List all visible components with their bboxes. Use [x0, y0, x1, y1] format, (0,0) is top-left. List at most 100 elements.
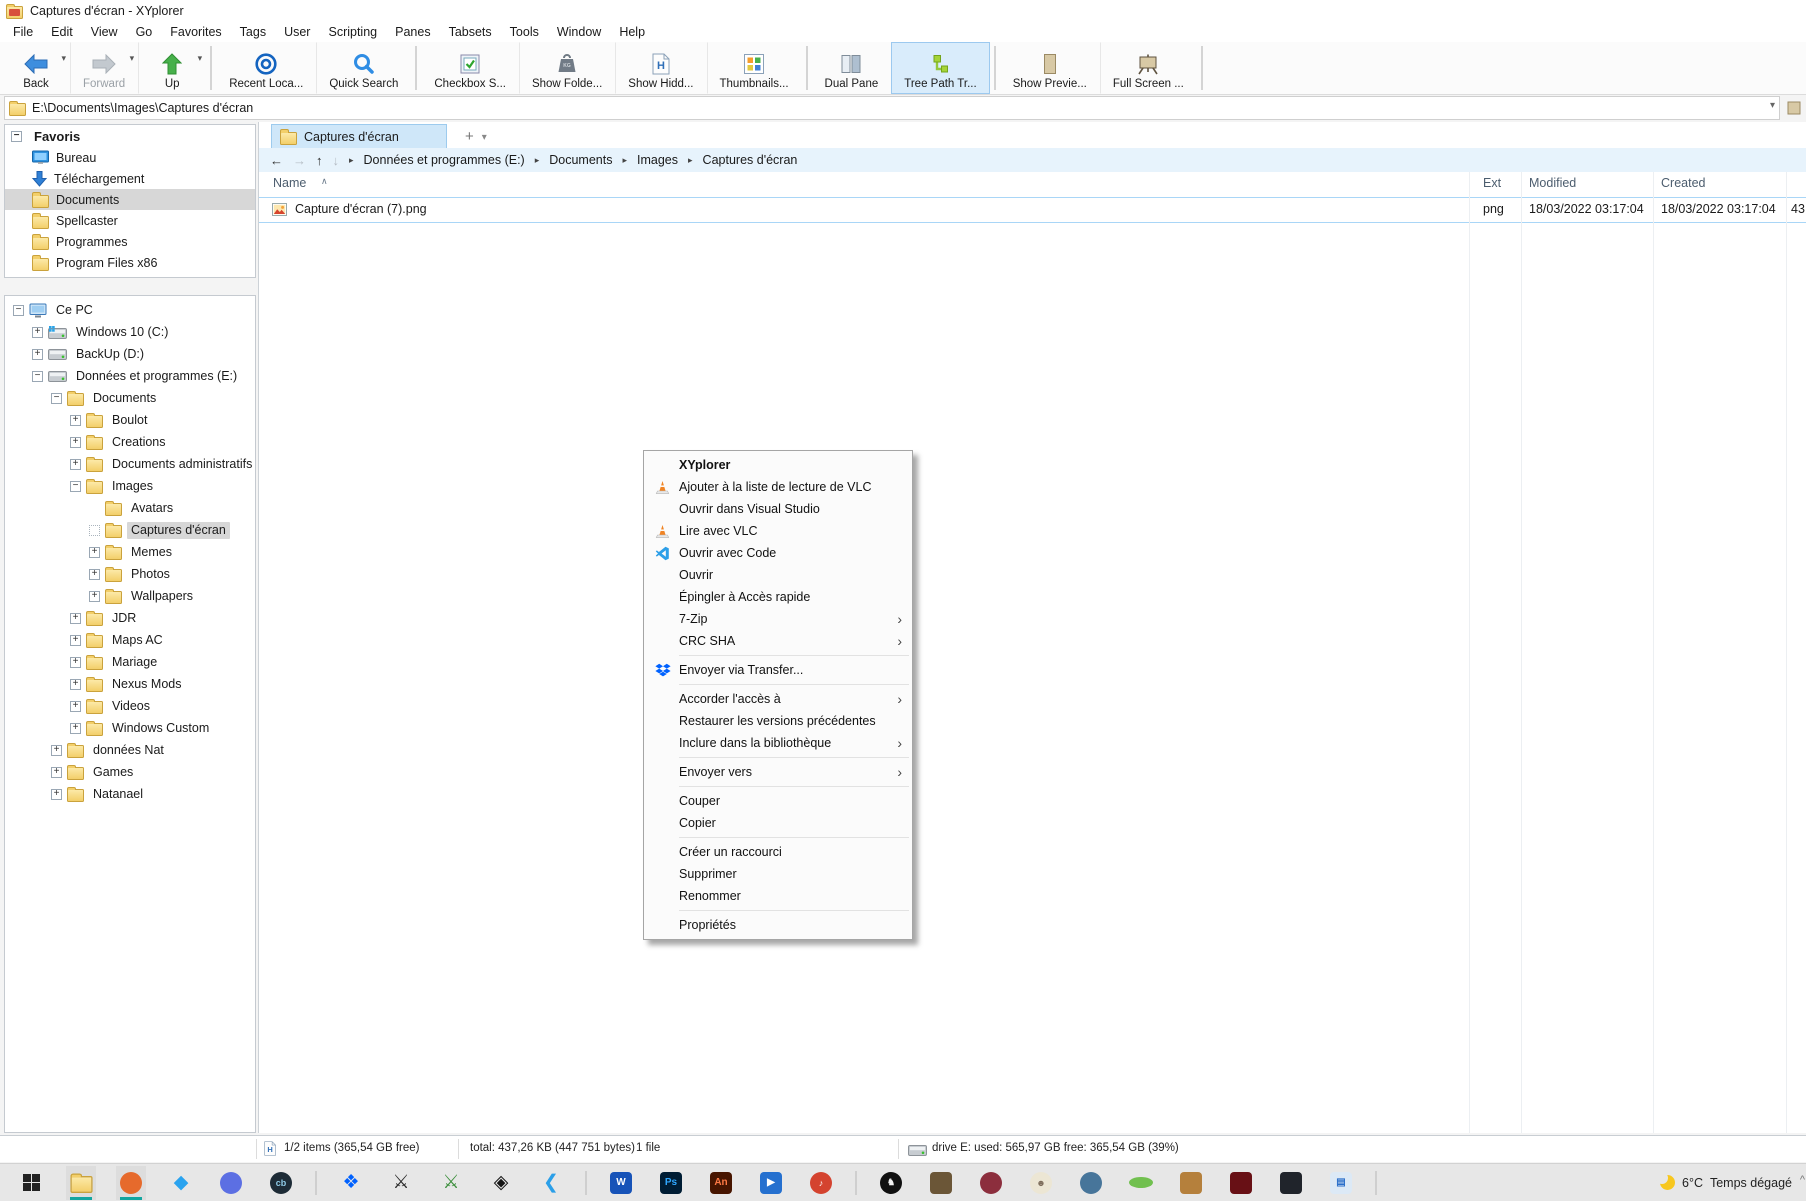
context-menu-item-propri-t-s[interactable]: Propriétés [644, 914, 912, 936]
tree-item-documents-administratifs[interactable]: +Documents administratifs [5, 453, 255, 475]
address-go-icon[interactable] [1786, 100, 1802, 116]
tree-item-boulot[interactable]: +Boulot [5, 409, 255, 431]
dropdown-arrow-icon[interactable]: ▾ [130, 53, 135, 64]
dropdown-arrow-icon[interactable]: ▾ [198, 53, 203, 64]
menu-tools[interactable]: Tools [501, 23, 548, 41]
tree-expander-icon[interactable]: + [89, 591, 100, 602]
toolbar-full-screen[interactable]: Full Screen ... [1100, 42, 1197, 94]
toolbar-recent-loca[interactable]: Recent Loca... [216, 42, 316, 94]
toolbar-checkbox-s[interactable]: Checkbox S... [421, 42, 519, 94]
tree-item-memes[interactable]: +Memes [5, 541, 255, 563]
context-menu-item-renommer[interactable]: Renommer [644, 885, 912, 907]
toolbar-up[interactable]: ▾Up [138, 42, 206, 94]
tree-item-backup-d[interactable]: +BackUp (D:) [5, 343, 255, 365]
menu-edit[interactable]: Edit [42, 23, 82, 41]
tab-captures-decran[interactable]: Captures d'écran [271, 124, 447, 148]
favorite-item-bureau[interactable]: Bureau [5, 147, 255, 168]
menu-panes[interactable]: Panes [386, 23, 439, 41]
context-menu-item-inclure-dans-la-biblioth-que[interactable]: Inclure dans la bibliothèque› [644, 732, 912, 754]
menu-view[interactable]: View [82, 23, 127, 41]
tree-item-photos[interactable]: +Photos [5, 563, 255, 585]
taskbar-icon-photoshop[interactable]: Ps [656, 1166, 686, 1200]
taskbar-icon-vscode[interactable]: ❮ [536, 1166, 566, 1200]
taskbar-icon-game-rpg[interactable] [926, 1166, 956, 1200]
tray-expand-caret[interactable]: ^ [1800, 1174, 1805, 1186]
taskbar-icon-brush-tool[interactable]: ⚔ [386, 1166, 416, 1200]
tree-expander-icon[interactable]: + [70, 437, 81, 448]
tree-item-nexus-mods[interactable]: +Nexus Mods [5, 673, 255, 695]
taskbar-icon-game-dark-red[interactable] [1226, 1166, 1256, 1200]
new-tab-button[interactable]: + [461, 128, 478, 148]
tree-expander-icon[interactable]: + [51, 767, 62, 778]
breadcrumb-segment-captures-d-cran[interactable]: Captures d'écran [700, 152, 801, 168]
tree-item-donn-es-et-programmes-e[interactable]: −Données et programmes (E:) [5, 365, 255, 387]
tree-expander-icon[interactable]: + [89, 547, 100, 558]
taskbar-icon-video-app[interactable]: ▶ [756, 1166, 786, 1200]
taskbar-icon-game-isaac[interactable]: ☻ [1026, 1166, 1056, 1200]
menu-user[interactable]: User [275, 23, 319, 41]
context-menu-item-pingler-acc-s-rapide[interactable]: Épingler à Accès rapide [644, 586, 912, 608]
tree-item-natanael[interactable]: +Natanael [5, 783, 255, 805]
taskbar-icon-game-blue[interactable] [1076, 1166, 1106, 1200]
breadcrumb-segment-documents[interactable]: Documents [546, 152, 615, 168]
taskbar-icon-notes-app[interactable]: ▤ [1326, 1166, 1356, 1200]
tree-expander-icon[interactable]: + [32, 327, 43, 338]
toolbar-back[interactable]: ▾Back [2, 42, 70, 94]
tree-expander-icon[interactable]: + [70, 657, 81, 668]
tree-item-captures-d-cran[interactable]: Captures d'écran [5, 519, 255, 541]
collapse-icon[interactable]: − [11, 131, 22, 142]
menu-file[interactable]: File [4, 23, 42, 41]
tree-item-mariage[interactable]: +Mariage [5, 651, 255, 673]
taskbar-icon-mail-app[interactable]: ◆ [166, 1166, 196, 1200]
taskbar-icon-word[interactable]: W [606, 1166, 636, 1200]
tree-item-videos[interactable]: +Videos [5, 695, 255, 717]
tree-item-creations[interactable]: +Creations [5, 431, 255, 453]
tree-expander-icon[interactable]: + [70, 459, 81, 470]
tree-expander-icon[interactable]: + [70, 723, 81, 734]
menu-go[interactable]: Go [127, 23, 162, 41]
favorite-item-documents[interactable]: Documents [5, 189, 255, 210]
taskbar-icon-ufo-app[interactable] [1126, 1166, 1156, 1200]
taskbar-icon-game-chess[interactable]: ♞ [876, 1166, 906, 1200]
menu-tags[interactable]: Tags [231, 23, 275, 41]
taskbar-icon-animate[interactable]: An [706, 1166, 736, 1200]
address-bar[interactable]: E:\Documents\Images\Captures d'écran ▾ [4, 96, 1780, 120]
context-menu-item-crc-sha[interactable]: CRC SHA› [644, 630, 912, 652]
favorites-header[interactable]: − Favoris [5, 125, 255, 147]
tree-item-donn-es-nat[interactable]: +données Nat [5, 739, 255, 761]
breadcrumb-segment-donn-es-et-programmes-e[interactable]: Données et programmes (E:) [361, 152, 528, 168]
tree-expander-icon[interactable]: + [70, 679, 81, 690]
taskbar-icon-game-dark[interactable] [1276, 1166, 1306, 1200]
tab-list-dropdown-icon[interactable]: ▾ [478, 132, 491, 148]
tree-item-images[interactable]: −Images [5, 475, 255, 497]
tree-expander-icon[interactable]: + [70, 415, 81, 426]
context-menu-item-ouvrir[interactable]: Ouvrir [644, 564, 912, 586]
context-menu-item-copier[interactable]: Copier [644, 812, 912, 834]
taskbar-icon-cb-app[interactable]: cb [266, 1166, 296, 1200]
tree-item-jdr[interactable]: +JDR [5, 607, 255, 629]
tree-expander-icon[interactable]: + [51, 745, 62, 756]
taskbar-icon-discord[interactable] [216, 1166, 246, 1200]
tree-item-documents[interactable]: −Documents [5, 387, 255, 409]
context-menu-item-cr-er-un-raccourci[interactable]: Créer un raccourci [644, 841, 912, 863]
nav-up-icon[interactable]: ↑ [313, 153, 326, 168]
tree-item-games[interactable]: +Games [5, 761, 255, 783]
context-menu-item-supprimer[interactable]: Supprimer [644, 863, 912, 885]
column-header-created[interactable]: Created [1661, 176, 1705, 190]
taskbar-icon-start[interactable] [16, 1166, 46, 1200]
column-header-name[interactable]: Name [273, 176, 306, 190]
column-header-modified[interactable]: Modified [1529, 176, 1576, 190]
tree-expander-icon[interactable]: − [70, 481, 81, 492]
menu-tabsets[interactable]: Tabsets [440, 23, 501, 41]
toolbar-dual-pane[interactable]: Dual Pane [812, 42, 892, 94]
favorite-item-t-l-chargement[interactable]: Téléchargement [5, 168, 255, 189]
taskbar-icon-dropbox[interactable]: ❖ [336, 1166, 366, 1200]
taskbar-icon-firefox[interactable] [116, 1166, 146, 1200]
taskbar-icon-music-app[interactable]: ♪ [806, 1166, 836, 1200]
tree-item-avatars[interactable]: Avatars [5, 497, 255, 519]
context-menu-item-ouvrir-avec-code[interactable]: Ouvrir avec Code [644, 542, 912, 564]
context-menu-item-envoyer-via-transfer[interactable]: Envoyer via Transfer... [644, 659, 912, 681]
toolbar-show-previe[interactable]: Show Previe... [1000, 42, 1100, 94]
toolbar-tree-path-tr[interactable]: Tree Path Tr... [891, 42, 989, 94]
context-menu-item-couper[interactable]: Couper [644, 790, 912, 812]
